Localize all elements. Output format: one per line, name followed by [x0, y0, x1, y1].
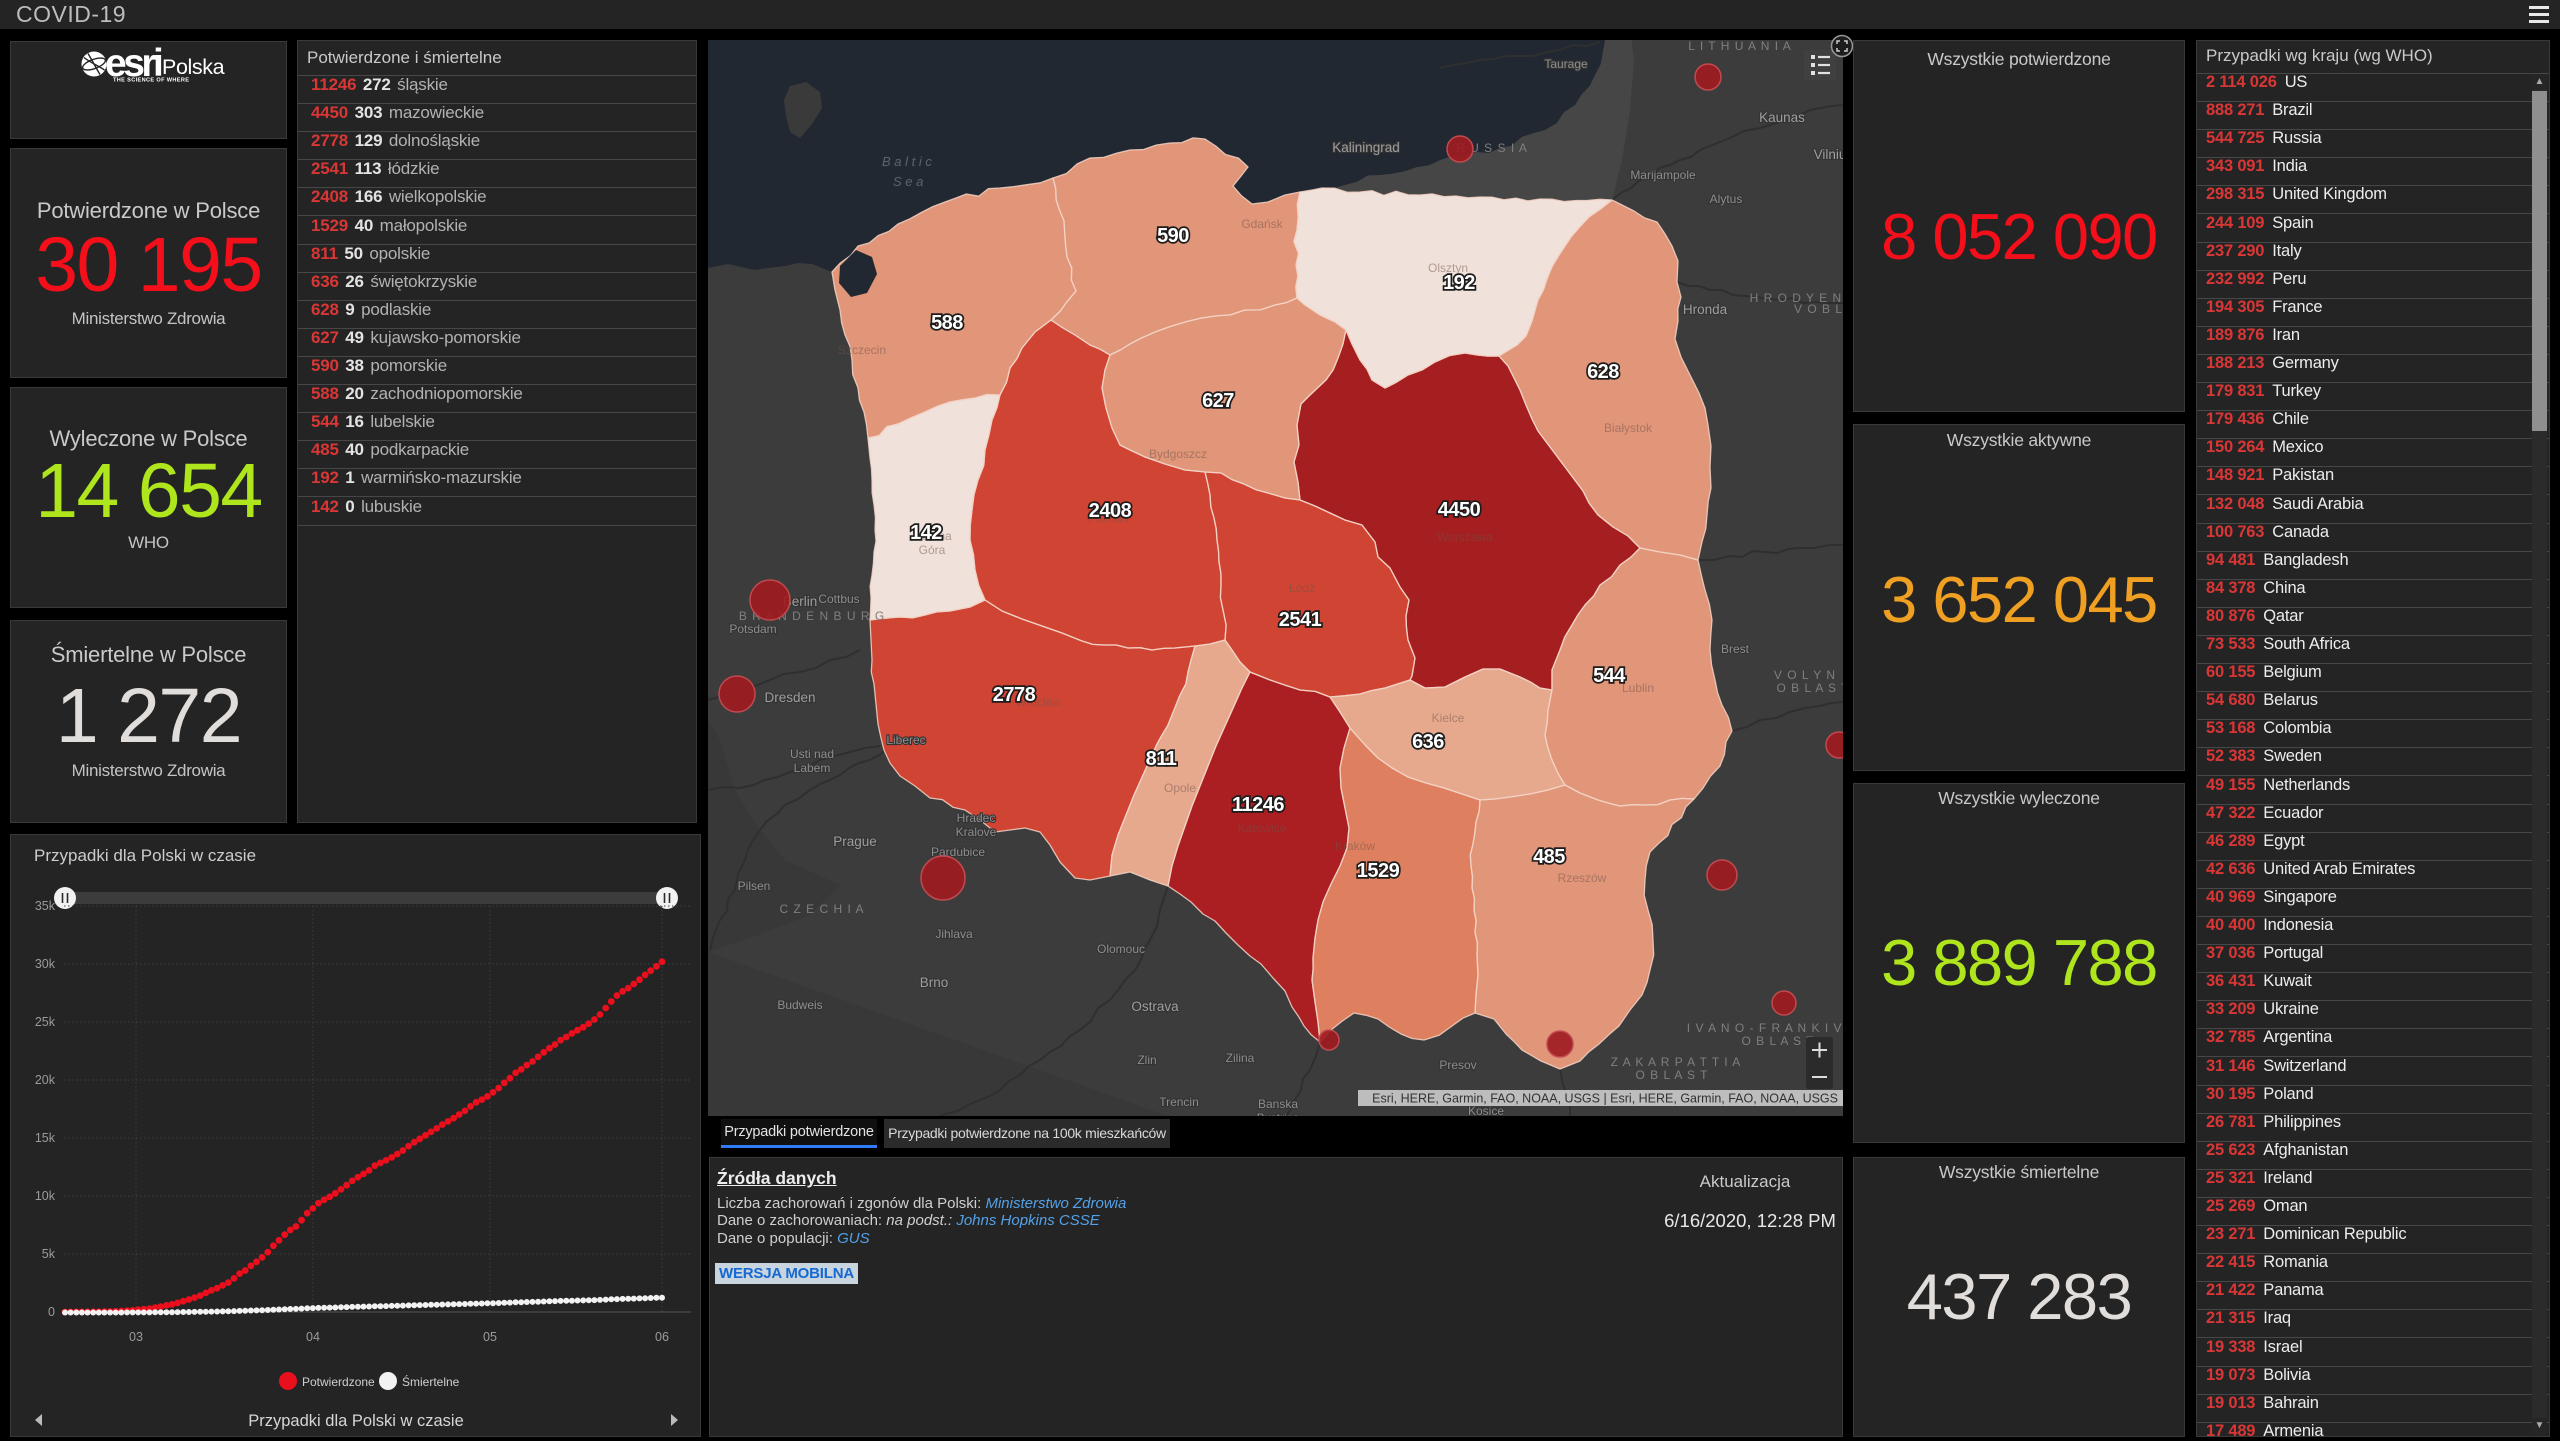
svg-text:Usti nad: Usti nad: [790, 747, 834, 761]
svg-text:Hronda: Hronda: [1683, 302, 1728, 317]
svg-text:142: 142: [910, 522, 942, 544]
svg-text:Z A K A R P A T T I A: Z A K A R P A T T I A: [1611, 1055, 1742, 1069]
svg-text:Gdańsk: Gdańsk: [1241, 217, 1283, 231]
svg-text:Banska: Banska: [1258, 1097, 1298, 1111]
svg-text:THE SCIENCE OF WHERE: THE SCIENCE OF WHERE: [113, 78, 189, 84]
svg-text:V O B L A S: V O B L A S: [1794, 302, 1843, 316]
svg-text:25k: 25k: [35, 1015, 56, 1029]
svg-text:811: 811: [1146, 748, 1177, 770]
svg-text:Vilniu: Vilniu: [1814, 147, 1843, 162]
svg-text:Białystok: Białystok: [1604, 421, 1653, 435]
svg-text:Presov: Presov: [1439, 1058, 1476, 1072]
svg-text:Polska: Polska: [162, 55, 225, 79]
svg-text:Rzeszów: Rzeszów: [1558, 871, 1607, 885]
svg-text:O B L A S T: O B L A S T: [1635, 1068, 1708, 1082]
svg-text:Potwierdzone: Potwierdzone: [302, 1375, 375, 1389]
svg-text:S e a: S e a: [893, 174, 923, 189]
svg-text:Prague: Prague: [833, 834, 877, 849]
svg-text:Jihlava: Jihlava: [935, 927, 973, 941]
svg-text:2778: 2778: [993, 684, 1036, 706]
svg-text:Alytus: Alytus: [1710, 192, 1743, 206]
svg-text:Bydgoszcz: Bydgoszcz: [1149, 447, 1207, 461]
svg-text:588: 588: [931, 312, 963, 334]
svg-text:590: 590: [1157, 225, 1189, 247]
svg-text:Taurage: Taurage: [1544, 57, 1588, 71]
svg-text:V O L Y N: V O L Y N: [1774, 668, 1836, 682]
svg-text:Liberec: Liberec: [886, 733, 925, 747]
svg-text:Przypadki dla Polski w czasie: Przypadki dla Polski w czasie: [248, 1412, 464, 1430]
svg-text:Olomouc: Olomouc: [1097, 942, 1145, 956]
svg-text:Warszawa: Warszawa: [1437, 530, 1493, 544]
svg-text:04: 04: [306, 1330, 320, 1344]
svg-text:06: 06: [655, 1330, 669, 1344]
svg-text:Łódź: Łódź: [1289, 581, 1315, 595]
svg-text:Trencin: Trencin: [1159, 1095, 1199, 1109]
svg-text:2408: 2408: [1089, 500, 1132, 522]
svg-text:Zlin: Zlin: [1137, 1053, 1156, 1067]
svg-text:30k: 30k: [35, 957, 56, 971]
svg-text:Katowice: Katowice: [1238, 821, 1287, 835]
svg-text:C Z E C H I A: C Z E C H I A: [779, 902, 864, 916]
svg-text:Opole: Opole: [1164, 781, 1196, 795]
svg-text:0: 0: [48, 1305, 55, 1319]
svg-text:O B L A S T: O B L A S T: [1741, 1034, 1814, 1048]
svg-text:485: 485: [1533, 846, 1565, 868]
svg-text:L I T H U A N I A: L I T H U A N I A: [1688, 40, 1791, 53]
svg-text:Kielce: Kielce: [1432, 711, 1465, 725]
svg-text:Labem: Labem: [794, 761, 831, 775]
svg-text:4450: 4450: [1438, 499, 1481, 521]
svg-text:Budweis: Budweis: [777, 998, 822, 1012]
svg-text:Zilina: Zilina: [1226, 1051, 1255, 1065]
svg-text:Esri, HERE, Garmin, FAO, NOAA,: Esri, HERE, Garmin, FAO, NOAA, USGS | Es…: [1372, 1092, 1838, 1106]
svg-text:Góra: Góra: [919, 543, 946, 557]
svg-text:05: 05: [483, 1330, 497, 1344]
svg-text:Potsdam: Potsdam: [729, 622, 776, 636]
svg-text:I V A N O - F R A N K I V S K: I V A N O - F R A N K I V S K: [1687, 1021, 1843, 1035]
svg-text:628: 628: [1587, 361, 1619, 383]
svg-text:Szczecin: Szczecin: [838, 343, 886, 357]
svg-text:Kraków: Kraków: [1335, 839, 1375, 853]
svg-text:Śmiertelne: Śmiertelne: [402, 1374, 460, 1389]
svg-text:Kralove: Kralove: [956, 825, 997, 839]
svg-text:636: 636: [1412, 731, 1444, 753]
svg-text:Lublin: Lublin: [1622, 681, 1654, 695]
svg-text:Dresden: Dresden: [764, 690, 815, 705]
svg-text:5k: 5k: [42, 1247, 56, 1261]
svg-text:Kaliningrad: Kaliningrad: [1332, 140, 1400, 155]
svg-text:Ostrava: Ostrava: [1131, 999, 1179, 1014]
svg-text:2541: 2541: [1279, 609, 1322, 631]
svg-text:Hradec: Hradec: [957, 811, 996, 825]
svg-text:11246: 11246: [1232, 794, 1284, 816]
svg-text:15k: 15k: [35, 1131, 56, 1145]
svg-text:627: 627: [1202, 390, 1234, 412]
svg-text:544: 544: [1593, 665, 1626, 687]
svg-text:Pilsen: Pilsen: [738, 879, 771, 893]
svg-text:20k: 20k: [35, 1073, 56, 1087]
svg-text:35k: 35k: [35, 899, 56, 913]
svg-text:O B L A S T: O B L A S T: [1776, 681, 1843, 695]
svg-text:Bystrica: Bystrica: [1257, 1111, 1300, 1116]
svg-text:Kaunas: Kaunas: [1759, 110, 1805, 125]
svg-text:192: 192: [1443, 272, 1475, 294]
svg-text:Cottbus: Cottbus: [818, 592, 859, 606]
svg-text:Brno: Brno: [920, 975, 949, 990]
svg-text:03: 03: [129, 1330, 143, 1344]
svg-text:1529: 1529: [1357, 860, 1400, 882]
svg-text:Marijampole: Marijampole: [1630, 168, 1696, 182]
svg-text:B a l t i c: B a l t i c: [882, 154, 932, 169]
svg-text:10k: 10k: [35, 1189, 56, 1203]
svg-text:Przypadki dla Polski w czasie: Przypadki dla Polski w czasie: [34, 846, 256, 865]
svg-text:Brest: Brest: [1721, 642, 1750, 656]
